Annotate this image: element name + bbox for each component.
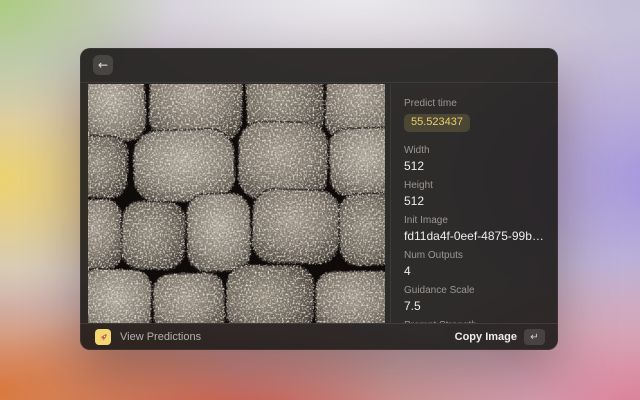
prediction-detail-window: ← — [80, 48, 558, 350]
meta-value: 7.5 — [404, 298, 544, 314]
predict-time-tag: 55.523437 — [404, 114, 470, 132]
meta-row-init-image: Init Image fd11da4f-0eef-4875-99b3-f4bf9… — [404, 214, 544, 244]
back-arrow-icon: ← — [98, 59, 108, 71]
view-predictions-label: View Predictions — [120, 331, 201, 343]
copy-image-button[interactable]: Copy Image ↵ — [451, 327, 549, 347]
cobblestone-photo — [88, 84, 385, 323]
meta-row-num-outputs: Num Outputs 4 — [404, 249, 544, 279]
meta-row-guidance-scale: Guidance Scale 7.5 — [404, 284, 544, 314]
meta-value: 512 — [404, 158, 544, 174]
meta-label: Height — [404, 179, 544, 193]
metadata-panel[interactable]: Predict time 55.523437 Width 512 Height … — [390, 84, 558, 323]
rocket-icon — [95, 329, 111, 345]
meta-value: 512 — [404, 193, 544, 209]
window-header: ← — [80, 48, 558, 83]
meta-row-height: Height 512 — [404, 179, 544, 209]
prediction-image — [88, 84, 385, 323]
return-key-icon: ↵ — [524, 329, 545, 345]
meta-row-predict-time: Predict time 55.523437 — [404, 97, 544, 137]
back-button[interactable]: ← — [93, 55, 113, 75]
meta-label: Num Outputs — [404, 249, 544, 263]
meta-row-width: Width 512 — [404, 144, 544, 174]
meta-label: Init Image — [404, 214, 544, 228]
action-bar: View Predictions Copy Image ↵ — [80, 323, 558, 350]
copy-image-label: Copy Image — [455, 331, 517, 343]
meta-label: Guidance Scale — [404, 284, 544, 298]
meta-label: Predict time — [404, 97, 544, 111]
desktop-background: { "header": { "back_icon": "←" }, "image… — [0, 0, 640, 400]
view-predictions-button[interactable]: View Predictions — [89, 327, 207, 347]
meta-value: 4 — [404, 263, 544, 279]
init-image-id: fd11da4f-0eef-4875-99b3-f4bf9a… — [404, 228, 544, 244]
window-content: Predict time 55.523437 Width 512 Height … — [80, 84, 558, 323]
meta-label: Width — [404, 144, 544, 158]
